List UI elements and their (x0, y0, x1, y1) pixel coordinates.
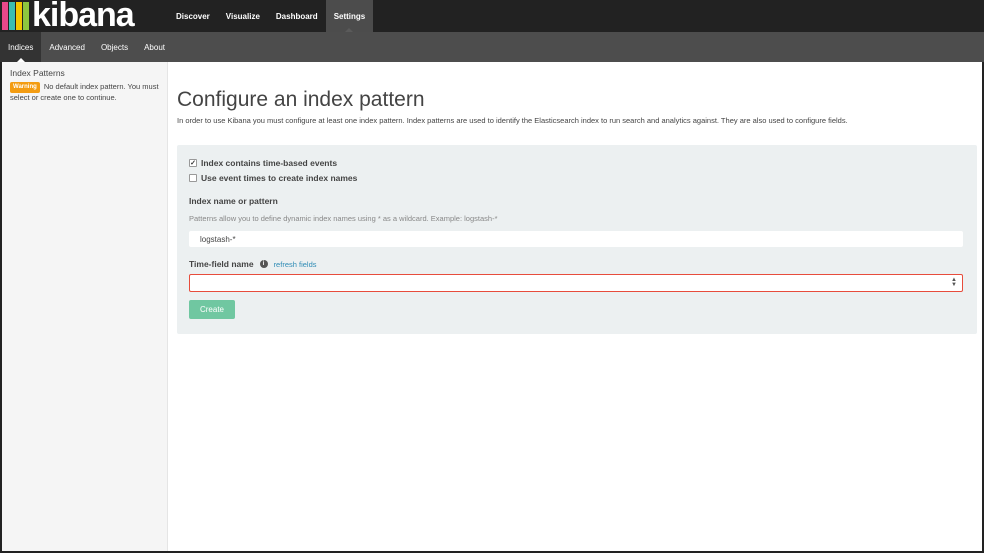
time-field-row: Time-field name i refresh fields (189, 259, 965, 269)
event-times-option: Use event times to create index names (189, 172, 965, 184)
tab-indices[interactable]: Indices (0, 32, 42, 62)
select-arrows-icon: ▲ ▼ (951, 277, 957, 288)
warning-badge: Warning (10, 82, 40, 93)
index-name-help: Patterns allow you to define dynamic ind… (189, 214, 498, 223)
kibana-logo[interactable]: kibana (0, 0, 135, 34)
index-patterns-sidebar: Index Patterns Warning No default index … (2, 62, 168, 551)
index-pattern-form: ✓ Index contains time-based events Use e… (177, 145, 977, 334)
logo-text: kibana (32, 0, 135, 34)
time-field-label: Time-field name (189, 259, 254, 269)
sidebar-title: Index Patterns (10, 68, 65, 78)
create-button[interactable]: Create (189, 300, 235, 319)
time-based-events-checkbox[interactable]: ✓ (189, 159, 197, 167)
nav-discover[interactable]: Discover (168, 0, 218, 32)
tab-advanced[interactable]: Advanced (41, 32, 93, 62)
intro-text: In order to use Kibana you must configur… (177, 116, 848, 125)
nav-settings[interactable]: Settings (325, 0, 374, 32)
settings-subnav: Indices Advanced Objects About (0, 32, 984, 62)
main-content: Configure an index pattern In order to u… (177, 62, 977, 334)
time-field-select[interactable]: ▲ ▼ (189, 274, 963, 292)
logo-bars-icon (2, 2, 30, 30)
sidebar-warning: Warning No default index pattern. You mu… (2, 82, 167, 102)
top-nav: Discover Visualize Dashboard Settings (168, 0, 374, 32)
event-times-checkbox[interactable] (189, 174, 197, 182)
event-times-label[interactable]: Use event times to create index names (201, 173, 357, 183)
tab-objects[interactable]: Objects (93, 32, 136, 62)
nav-visualize[interactable]: Visualize (218, 0, 268, 32)
tab-about[interactable]: About (136, 32, 173, 62)
time-based-events-option: ✓ Index contains time-based events (189, 157, 965, 169)
top-navbar: kibana Discover Visualize Dashboard Sett… (0, 0, 984, 32)
page-title: Configure an index pattern (177, 88, 425, 111)
info-icon[interactable]: i (259, 260, 268, 268)
index-name-input[interactable]: logstash-* (189, 231, 963, 247)
time-based-events-label[interactable]: Index contains time-based events (201, 158, 337, 168)
refresh-fields-link[interactable]: refresh fields (274, 260, 317, 269)
index-name-label: Index name or pattern (189, 196, 278, 206)
nav-dashboard[interactable]: Dashboard (268, 0, 326, 32)
